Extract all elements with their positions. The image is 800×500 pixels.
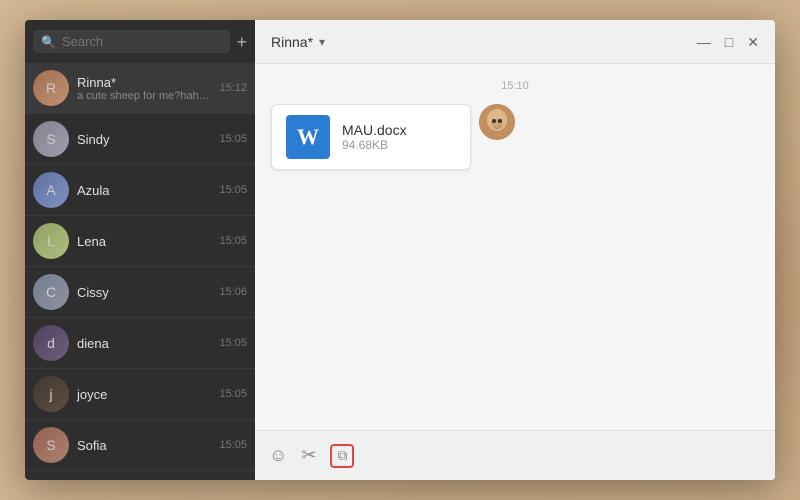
emoji-button[interactable]: ☺ bbox=[269, 445, 287, 466]
file-name: MAU.docx bbox=[342, 122, 456, 138]
contact-name-azula: Azula bbox=[77, 183, 211, 198]
avatar-joyce: j bbox=[33, 376, 69, 412]
clipboard-button[interactable]: ⧉ bbox=[330, 444, 354, 468]
contact-item-rinna[interactable]: R Rinna* a cute sheep for me?hahaha... 1… bbox=[25, 63, 255, 114]
contact-info-sofia: Sofia bbox=[77, 438, 211, 453]
contact-list: R Rinna* a cute sheep for me?hahaha... 1… bbox=[25, 63, 255, 480]
avatar-lena: L bbox=[33, 223, 69, 259]
chat-header: Rinna* ▾ — □ ✕ bbox=[255, 20, 775, 64]
chat-contact-name: Rinna* bbox=[271, 34, 313, 50]
contact-info-azula: Azula bbox=[77, 183, 211, 198]
chat-header-left: Rinna* ▾ bbox=[271, 34, 325, 50]
avatar-cissy: C bbox=[33, 274, 69, 310]
contact-time-cissy: 15:06 bbox=[219, 286, 247, 298]
avatar-sindy: S bbox=[33, 121, 69, 157]
contact-item-sofia[interactable]: S Sofia 15:05 bbox=[25, 420, 255, 471]
contact-item-diena[interactable]: d diena 15:05 bbox=[25, 318, 255, 369]
scissors-button[interactable]: ✂ bbox=[301, 445, 316, 466]
sender-avatar bbox=[479, 104, 515, 140]
search-box[interactable]: 🔍 bbox=[33, 30, 230, 53]
file-attachment-bubble[interactable]: W MAU.docx 94.68KB bbox=[271, 104, 471, 170]
contact-info-diena: diena bbox=[77, 336, 211, 351]
contact-time-azula: 15:05 bbox=[219, 184, 247, 196]
maximize-button[interactable]: □ bbox=[725, 35, 733, 49]
contact-name-sindy: Sindy bbox=[77, 132, 211, 147]
close-button[interactable]: ✕ bbox=[747, 35, 759, 49]
sidebar: 🔍 + R Rinna* a cute sheep for me?hahaha.… bbox=[25, 20, 255, 480]
contact-item-cissy[interactable]: C Cissy 15:06 bbox=[25, 267, 255, 318]
contact-item-joyce[interactable]: j joyce 15:05 bbox=[25, 369, 255, 420]
contact-info-joyce: joyce bbox=[77, 387, 211, 402]
contact-info-lena: Lena bbox=[77, 234, 211, 249]
message-timestamp: 15:10 bbox=[271, 80, 759, 92]
contact-item-sindy[interactable]: S Sindy 15:05 bbox=[25, 114, 255, 165]
contact-name-sofia: Sofia bbox=[77, 438, 211, 453]
contact-item-azula[interactable]: A Azula 15:05 bbox=[25, 165, 255, 216]
contact-info-rinna: Rinna* a cute sheep for me?hahaha... bbox=[77, 75, 211, 102]
minimize-button[interactable]: — bbox=[697, 35, 711, 49]
contact-time-joyce: 15:05 bbox=[219, 388, 247, 400]
contact-time-sindy: 15:05 bbox=[219, 133, 247, 145]
file-size: 94.68KB bbox=[342, 138, 456, 152]
avatar-rinna: R bbox=[33, 70, 69, 106]
search-input[interactable] bbox=[62, 34, 223, 49]
contact-name-cissy: Cissy bbox=[77, 285, 211, 300]
contact-time-lena: 15:05 bbox=[219, 235, 247, 247]
contact-name-diena: diena bbox=[77, 336, 211, 351]
contact-info-cissy: Cissy bbox=[77, 285, 211, 300]
word-file-icon: W bbox=[286, 115, 330, 159]
app-window: 🔍 + R Rinna* a cute sheep for me?hahaha.… bbox=[25, 20, 775, 480]
sidebar-header: 🔍 + bbox=[25, 20, 255, 63]
window-controls: — □ ✕ bbox=[697, 35, 759, 49]
contact-name-rinna: Rinna* bbox=[77, 75, 211, 90]
avatar-diena: d bbox=[33, 325, 69, 361]
avatar-sofia: S bbox=[33, 427, 69, 463]
contact-time-rinna: 15:12 bbox=[219, 82, 247, 94]
contact-name-lena: Lena bbox=[77, 234, 211, 249]
contact-time-sofia: 15:05 bbox=[219, 439, 247, 451]
contact-name-joyce: joyce bbox=[77, 387, 211, 402]
avatar-azula: A bbox=[33, 172, 69, 208]
contact-info-sindy: Sindy bbox=[77, 132, 211, 147]
contact-time-diena: 15:05 bbox=[219, 337, 247, 349]
contact-preview-rinna: a cute sheep for me?hahaha... bbox=[77, 90, 211, 102]
chat-messages: 15:10 W MAU.docx 94.68KB bbox=[255, 64, 775, 430]
search-icon: 🔍 bbox=[41, 35, 56, 49]
contact-item-lena[interactable]: L Lena 15:05 bbox=[25, 216, 255, 267]
main-chat: Rinna* ▾ — □ ✕ 15:10 W MAU.docx 94.68KB bbox=[255, 20, 775, 480]
add-contact-button[interactable]: + bbox=[236, 33, 247, 51]
chevron-down-icon[interactable]: ▾ bbox=[319, 35, 325, 49]
chat-input-area: ☺ ✂ ⧉ bbox=[255, 430, 775, 480]
file-info: MAU.docx 94.68KB bbox=[342, 122, 456, 152]
message-row: W MAU.docx 94.68KB bbox=[271, 104, 759, 170]
